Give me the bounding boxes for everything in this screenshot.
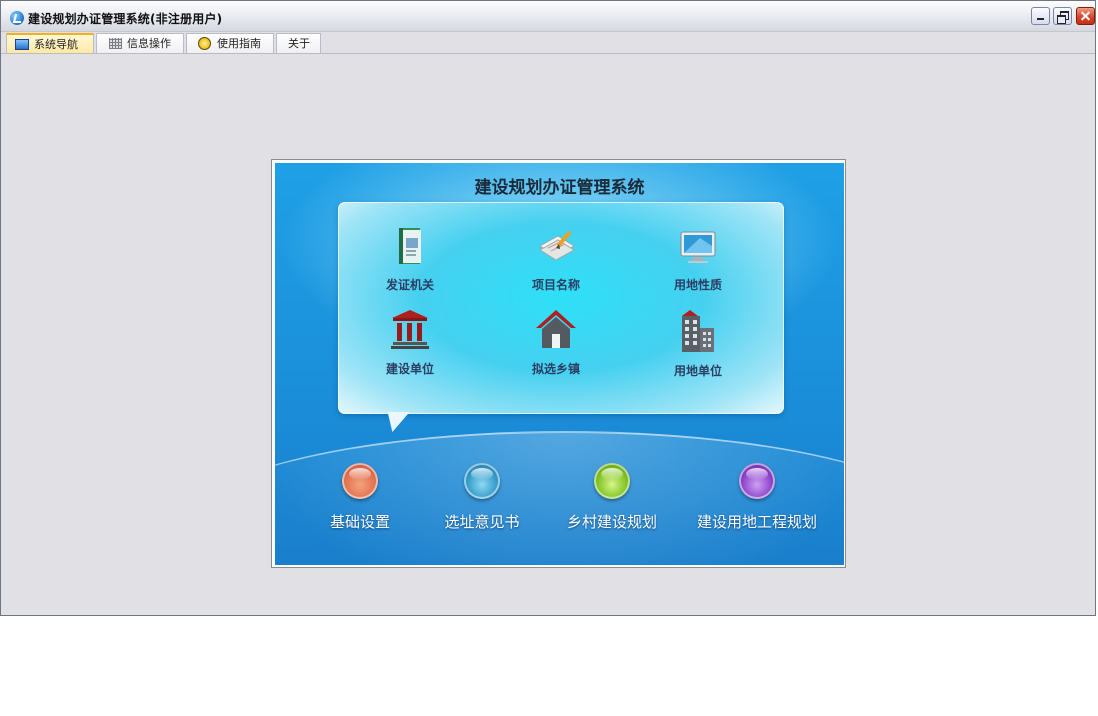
speech-bubble-tail [378,412,410,432]
window-title: 建设规划办证管理系统(非注册用户) [28,12,223,26]
navigation-panel: 建设规划办证管理系统 发证机关 项目名称 用地性质 建设单位 拟选乡镇 用地单位… [271,159,846,568]
site-selection-opinion-button[interactable]: 选址意见书 [412,463,552,533]
nav-item-issuing-authority[interactable]: 发证机关 [360,224,460,294]
monitor-icon [680,231,716,263]
button-label: 基础设置 [329,513,390,531]
grid-icon [109,38,122,49]
orange-orb-icon [342,463,378,499]
restore-button[interactable] [1053,7,1072,25]
blue-orb-icon [464,463,500,499]
tab-info-operations[interactable]: 信息操作 [96,33,184,53]
button-label: 建设用地工程规划 [696,513,817,531]
tab-label: 使用指南 [217,37,261,50]
nav-item-label: 用地性质 [673,278,722,292]
button-label: 选址意见书 [444,513,520,531]
monitor-icon [15,39,29,50]
navigation-panel-background: 建设规划办证管理系统 发证机关 项目名称 用地性质 建设单位 拟选乡镇 用地单位… [275,163,844,565]
office-building-icon [682,310,714,352]
tab-about[interactable]: 关于 [276,33,321,53]
tab-label: 系统导航 [34,38,78,51]
nav-item-construction-unit[interactable]: 建设单位 [360,308,460,378]
minimize-button[interactable] [1031,7,1050,25]
basic-settings-button[interactable]: 基础设置 [290,463,430,533]
house-icon [536,310,576,348]
nav-item-land-use-unit[interactable]: 用地单位 [648,310,748,380]
book-icon [399,228,421,264]
close-button[interactable] [1076,7,1095,25]
nav-item-land-use-type[interactable]: 用地性质 [648,224,748,294]
tab-label: 关于 [288,37,310,50]
nav-item-label: 发证机关 [385,278,434,292]
speech-bubble: 发证机关 项目名称 用地性质 建设单位 拟选乡镇 用地单位 [338,202,784,414]
green-orb-icon [594,463,630,499]
lightbulb-icon [198,37,211,50]
nav-item-label: 建设单位 [385,362,434,376]
nav-item-label: 项目名称 [531,278,580,292]
construction-land-engineering-planning-button[interactable]: 建设用地工程规划 [682,463,832,533]
main-window: 建设规划办证管理系统(非注册用户) 系统导航 信息操作 使用指南 关于 建设规划… [0,0,1096,616]
panel-title: 建设规划办证管理系统 [474,178,645,198]
tab-system-navigation[interactable]: 系统导航 [6,33,94,53]
nav-item-label: 用地单位 [673,364,722,378]
nav-item-project-name[interactable]: 项目名称 [506,224,606,294]
nav-item-label: 拟选乡镇 [531,362,580,376]
tab-label: 信息操作 [127,37,171,50]
tab-bar: 系统导航 信息操作 使用指南 关于 [1,32,1095,54]
button-label: 乡村建设规划 [566,513,657,531]
rural-construction-planning-button[interactable]: 乡村建设规划 [542,463,682,533]
purple-orb-icon [739,463,775,499]
app-logo-icon [10,11,24,25]
title-bar: 建设规划办证管理系统(非注册用户) [1,1,1095,32]
bank-building-icon [391,310,429,349]
tab-user-guide[interactable]: 使用指南 [186,33,274,53]
documents-pencil-icon [539,230,575,261]
nav-item-proposed-township[interactable]: 拟选乡镇 [506,308,606,378]
